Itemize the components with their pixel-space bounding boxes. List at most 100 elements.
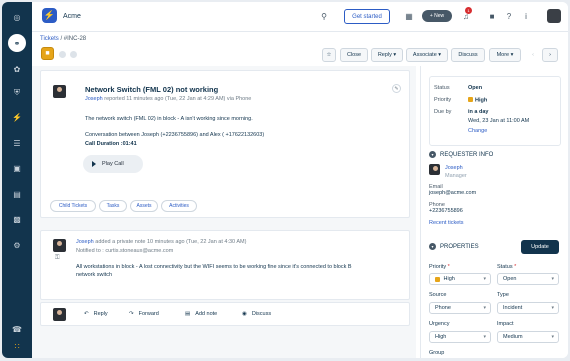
requester-heading: REQUESTER INFO — [440, 151, 494, 158]
reply-action[interactable]: ↶ Reply — [84, 311, 108, 317]
layers-icon[interactable]: ☰ — [10, 136, 24, 150]
play-call-button[interactable]: Play Call — [83, 155, 143, 173]
discuss-icon: ◉ — [242, 311, 247, 317]
reply-action-label: Reply — [93, 311, 108, 317]
private-note-card: ⚿ Joseph added a private note 10 minutes… — [40, 230, 410, 300]
source-field-label: Source — [429, 292, 447, 298]
note-body-line-2: network switch — [76, 272, 113, 278]
priority-high-icon — [468, 97, 473, 102]
recent-tickets-link[interactable]: Recent tickets — [429, 220, 464, 226]
info-icon[interactable]: i — [520, 10, 532, 22]
app-title: Acme — [63, 13, 81, 20]
impact-field-label: Impact — [497, 321, 514, 327]
change-due-link[interactable]: Change — [468, 128, 487, 134]
note-author-link[interactable]: Joseph — [76, 239, 94, 245]
watcher-icon[interactable] — [59, 51, 66, 58]
reporter-link[interactable]: Joseph — [85, 96, 103, 102]
requester-phone: +2236755896 — [429, 208, 463, 214]
discuss-button[interactable]: Discuss — [451, 48, 485, 62]
breadcrumb-ticket-id: #INC-28 — [63, 36, 87, 42]
tab-assets[interactable]: Assets — [130, 200, 158, 212]
star-icon[interactable]: ☆ — [322, 48, 336, 62]
type-select[interactable]: Incident — [497, 302, 559, 314]
group-field-label: Group — [429, 350, 445, 356]
chat-icon[interactable]: ■ — [486, 10, 498, 22]
requester-name[interactable]: Joseph — [445, 165, 463, 171]
associate-button[interactable]: Associate ▾ — [406, 48, 448, 62]
tickets-icon[interactable]: ⚭ — [8, 34, 26, 52]
home-icon[interactable]: ◎ — [10, 10, 24, 24]
shield-icon[interactable]: ⛨ — [10, 86, 24, 100]
ticket-title: Network Switch (FML 02) not working — [85, 85, 219, 94]
edit-pencil-icon[interactable]: ✎ — [392, 84, 401, 93]
type-field-label: Type — [497, 292, 509, 298]
ticket-meta: Joseph reported 11 minutes ago (Tue, 22 … — [85, 96, 251, 102]
monitor-icon[interactable]: ▩ — [10, 212, 24, 226]
note-meta-text: added a private note 10 minutes ago (Tue… — [95, 239, 247, 245]
agent-avatar — [53, 308, 66, 321]
breadcrumb: Tickets / #INC-28 — [40, 36, 86, 42]
requester-email: joseph@acme.com — [429, 190, 477, 196]
ticket-type-icon: ■ — [41, 47, 54, 60]
properties-section-header[interactable]: ▾ PROPERTIES — [429, 243, 479, 250]
priority-high-icon — [435, 276, 440, 282]
more-button[interactable]: More ▾ — [489, 48, 521, 62]
next-ticket-icon[interactable]: › — [542, 48, 558, 62]
priority-field-label: Priority * — [429, 264, 450, 270]
play-icon — [92, 161, 96, 167]
tab-activities[interactable]: Activities — [161, 200, 197, 212]
add-note-action[interactable]: ▤ Add note — [185, 311, 217, 317]
phone-icon[interactable]: ☎ — [10, 322, 24, 336]
tag-icon[interactable] — [70, 51, 77, 58]
calendar-icon[interactable]: ▦ — [403, 10, 415, 22]
apps-grid-icon[interactable]: ∷ — [10, 339, 24, 353]
forward-action-label: Forward — [138, 311, 159, 317]
requester-section-header[interactable]: ▾ REQUESTER INFO — [429, 151, 493, 158]
source-select[interactable]: Phone — [429, 302, 491, 314]
status-select[interactable]: Open — [497, 273, 559, 285]
search-icon[interactable]: ⚲ — [318, 10, 330, 22]
user-avatar[interactable] — [547, 9, 561, 23]
priority-value: High — [468, 97, 487, 104]
priority-select[interactable]: High — [429, 273, 491, 285]
tab-tasks[interactable]: Tasks — [99, 200, 127, 212]
status-summary: Status Open Priority High Due by in a da… — [429, 76, 561, 146]
priority-value-text: High — [475, 97, 488, 104]
update-button[interactable]: Update — [521, 240, 559, 254]
box-icon[interactable]: ▣ — [10, 161, 24, 175]
bolt-icon[interactable]: ⚡ — [10, 110, 24, 124]
ticket-description-card: Network Switch (FML 02) not working Jose… — [40, 70, 410, 218]
new-button[interactable]: + New — [422, 10, 452, 22]
breadcrumb-tickets-link[interactable]: Tickets — [40, 36, 59, 42]
collapse-icon: ▾ — [429, 243, 436, 250]
top-header: ⚡ Acme ⚲ Get started ▦ + New ♫ 1 ■ ? i — [32, 2, 568, 32]
status-value: Open — [468, 85, 483, 91]
discuss-action[interactable]: ◉ Discuss — [242, 311, 271, 317]
lock-icon: ⚿ — [55, 255, 60, 261]
forward-action[interactable]: ↷ Forward — [129, 311, 159, 317]
status-field-label-text: Status — [497, 264, 513, 270]
reply-button[interactable]: Reply ▾ — [371, 48, 403, 62]
help-icon[interactable]: ? — [503, 10, 515, 22]
properties-heading: PROPERTIES — [440, 243, 479, 250]
conversation-text: Conversation between Joseph (+2236755896… — [85, 132, 265, 138]
note-author-avatar — [53, 239, 66, 252]
get-started-button[interactable]: Get started — [344, 9, 390, 24]
collapse-icon: ▾ — [429, 151, 436, 158]
urgency-select[interactable]: High — [429, 331, 491, 343]
notification-badge: 1 — [465, 7, 472, 14]
status-field-label: Status * — [497, 264, 516, 270]
ticket-description: The network switch (FML 02) in block - A… — [85, 116, 253, 122]
close-button[interactable]: Close — [340, 48, 368, 62]
ticket-properties-panel: Status Open Priority High Due by in a da… — [420, 66, 568, 358]
bug-icon[interactable]: ✿ — [10, 62, 24, 76]
call-duration: Call Duration :01:41 — [85, 141, 137, 147]
book-icon[interactable]: ▤ — [10, 187, 24, 201]
left-nav: ◎ ⚭ ✿ ⛨ ⚡ ☰ ▣ ▤ ▩ ⚙ ☎ ∷ — [2, 2, 32, 358]
tab-child-tickets[interactable]: Child Tickets — [50, 200, 96, 212]
prev-ticket-icon[interactable]: ‹ — [526, 48, 540, 62]
priority-label: Priority — [434, 97, 452, 103]
impact-select[interactable]: Medium — [497, 331, 559, 343]
due-value: in a day — [468, 109, 489, 115]
settings-icon[interactable]: ⚙ — [10, 238, 24, 252]
